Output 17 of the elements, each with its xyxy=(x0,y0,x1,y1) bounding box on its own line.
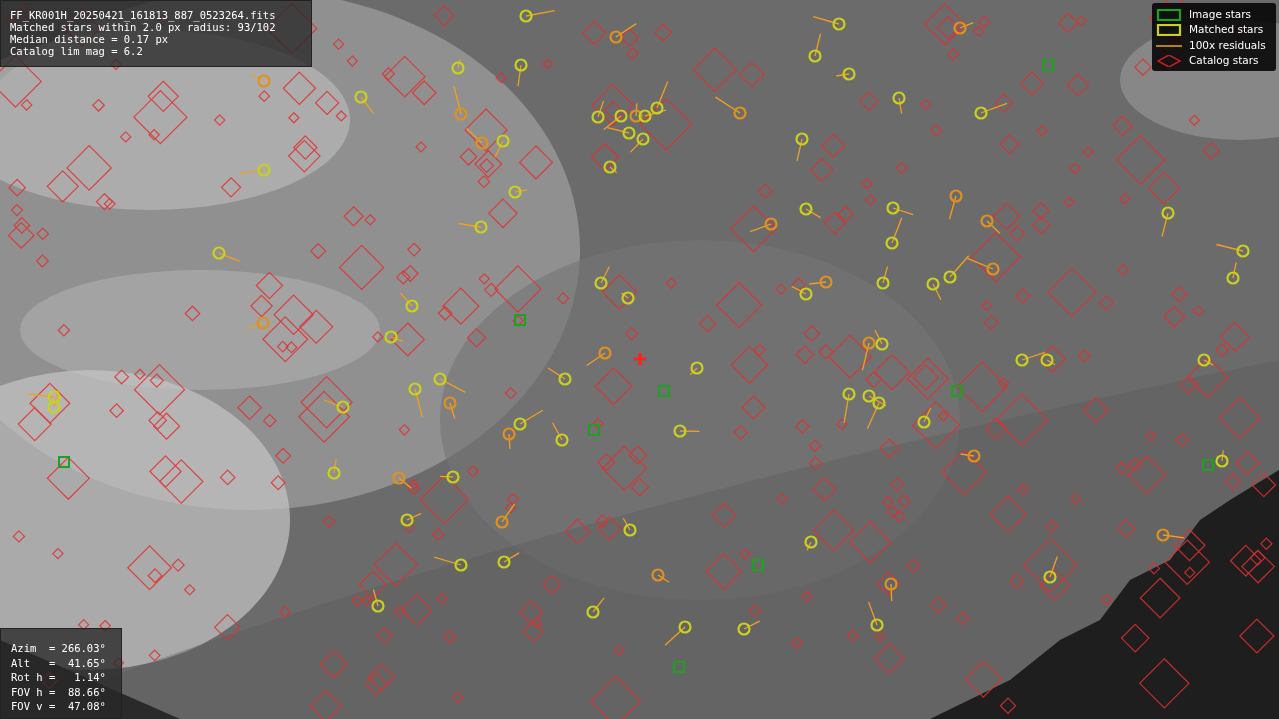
matched-star-swatch-icon xyxy=(1154,24,1184,37)
info-text: FF_KR001H_20250421_161813_887_0523264.fits xyxy=(10,9,276,21)
info-text: Alt = 41.65° xyxy=(11,655,106,670)
catalog-star-diamond-icon xyxy=(1154,55,1184,68)
image-star-swatch-icon xyxy=(1154,8,1184,21)
info-text: Median distance = 0.17 px xyxy=(10,33,169,45)
legend-label: 100x residuals xyxy=(1189,37,1266,53)
info-text: Matched stars within 2.0 px radius: 93/102 xyxy=(10,21,276,33)
legend-label: Catalog stars xyxy=(1189,53,1259,69)
info-text: FOV h = 88.66° xyxy=(11,684,106,699)
legend-label: Matched stars xyxy=(1189,22,1264,38)
info-text: Catalog lim mag = 6.2 xyxy=(10,45,143,57)
info-text: Azim = 266.03° xyxy=(11,641,106,656)
center-cross-icon xyxy=(634,353,646,365)
info-text: FOV v = 47.08° xyxy=(11,699,106,714)
legend-label: Image stars xyxy=(1189,6,1252,22)
info-text: Rot h = 1.14° xyxy=(11,670,106,685)
